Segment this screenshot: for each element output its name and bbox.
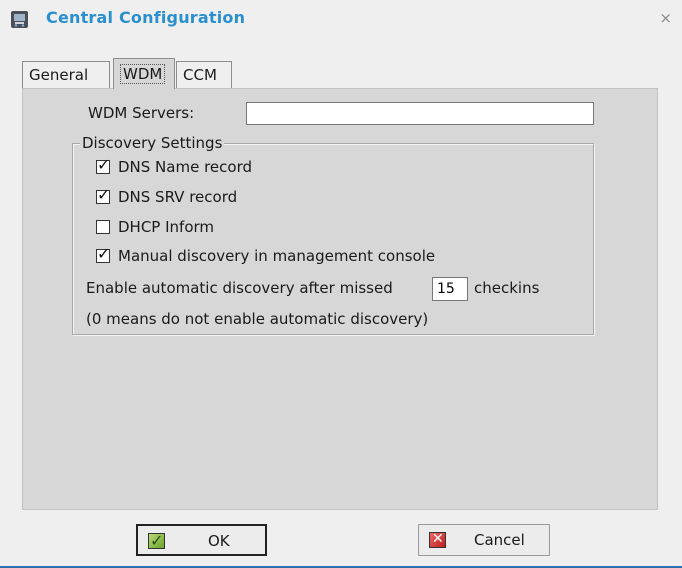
check-mark-icon: ✓ <box>97 244 111 263</box>
tab-general-label: General <box>29 66 89 84</box>
missed-checkins-input[interactable] <box>432 277 468 301</box>
auto-discovery-prefix-label: Enable automatic discovery after missed <box>86 279 393 297</box>
window-title: Central Configuration <box>46 8 246 27</box>
check-mark-icon: ✓ <box>97 185 111 204</box>
checkbox-box[interactable]: ✓ <box>96 245 110 263</box>
tab-wdm-label: WDM <box>120 64 166 84</box>
tab-ccm-label: CCM <box>183 66 217 84</box>
tab-general[interactable]: General <box>22 61 110 88</box>
wdm-servers-label: WDM Servers: <box>88 104 195 122</box>
ok-button[interactable]: ✓ OK <box>136 524 267 556</box>
tab-wdm[interactable]: WDM <box>113 58 175 89</box>
close-icon[interactable]: × <box>659 11 672 26</box>
check-mark-icon: ✓ <box>97 155 111 174</box>
cancel-button[interactable]: ✕ Cancel <box>418 524 550 556</box>
checkbox-box[interactable]: ✓ <box>96 156 110 174</box>
cancel-button-label: Cancel <box>474 531 525 549</box>
checkbox-dhcp-inform[interactable]: DHCP Inform <box>96 217 214 237</box>
checkbox-box[interactable] <box>96 220 110 234</box>
checkbox-dns-srv-record[interactable]: ✓ DNS SRV record <box>96 186 238 207</box>
checkbox-manual-discovery[interactable]: ✓ Manual discovery in management console <box>96 245 436 266</box>
auto-discovery-note: (0 means do not enable automatic discove… <box>86 310 429 328</box>
checkbox-label: DHCP Inform <box>118 218 215 236</box>
checkbox-dns-name-record[interactable]: ✓ DNS Name record <box>96 156 252 177</box>
tab-ccm[interactable]: CCM <box>176 61 232 88</box>
auto-discovery-suffix-label: checkins <box>474 279 540 297</box>
discovery-settings-legend: Discovery Settings <box>80 134 225 152</box>
title-bar: Central Configuration × <box>0 0 682 38</box>
checkbox-box[interactable]: ✓ <box>96 186 110 204</box>
ok-button-label: OK <box>208 532 230 550</box>
checkbox-label: DNS Name record <box>118 158 252 176</box>
checkbox-label: DNS SRV record <box>118 188 238 206</box>
wdm-servers-input[interactable] <box>246 102 594 125</box>
checkbox-label: Manual discovery in management console <box>118 247 436 265</box>
ok-check-icon: ✓ <box>148 531 165 550</box>
cancel-x-icon: ✕ <box>429 531 446 548</box>
app-icon <box>11 11 28 28</box>
